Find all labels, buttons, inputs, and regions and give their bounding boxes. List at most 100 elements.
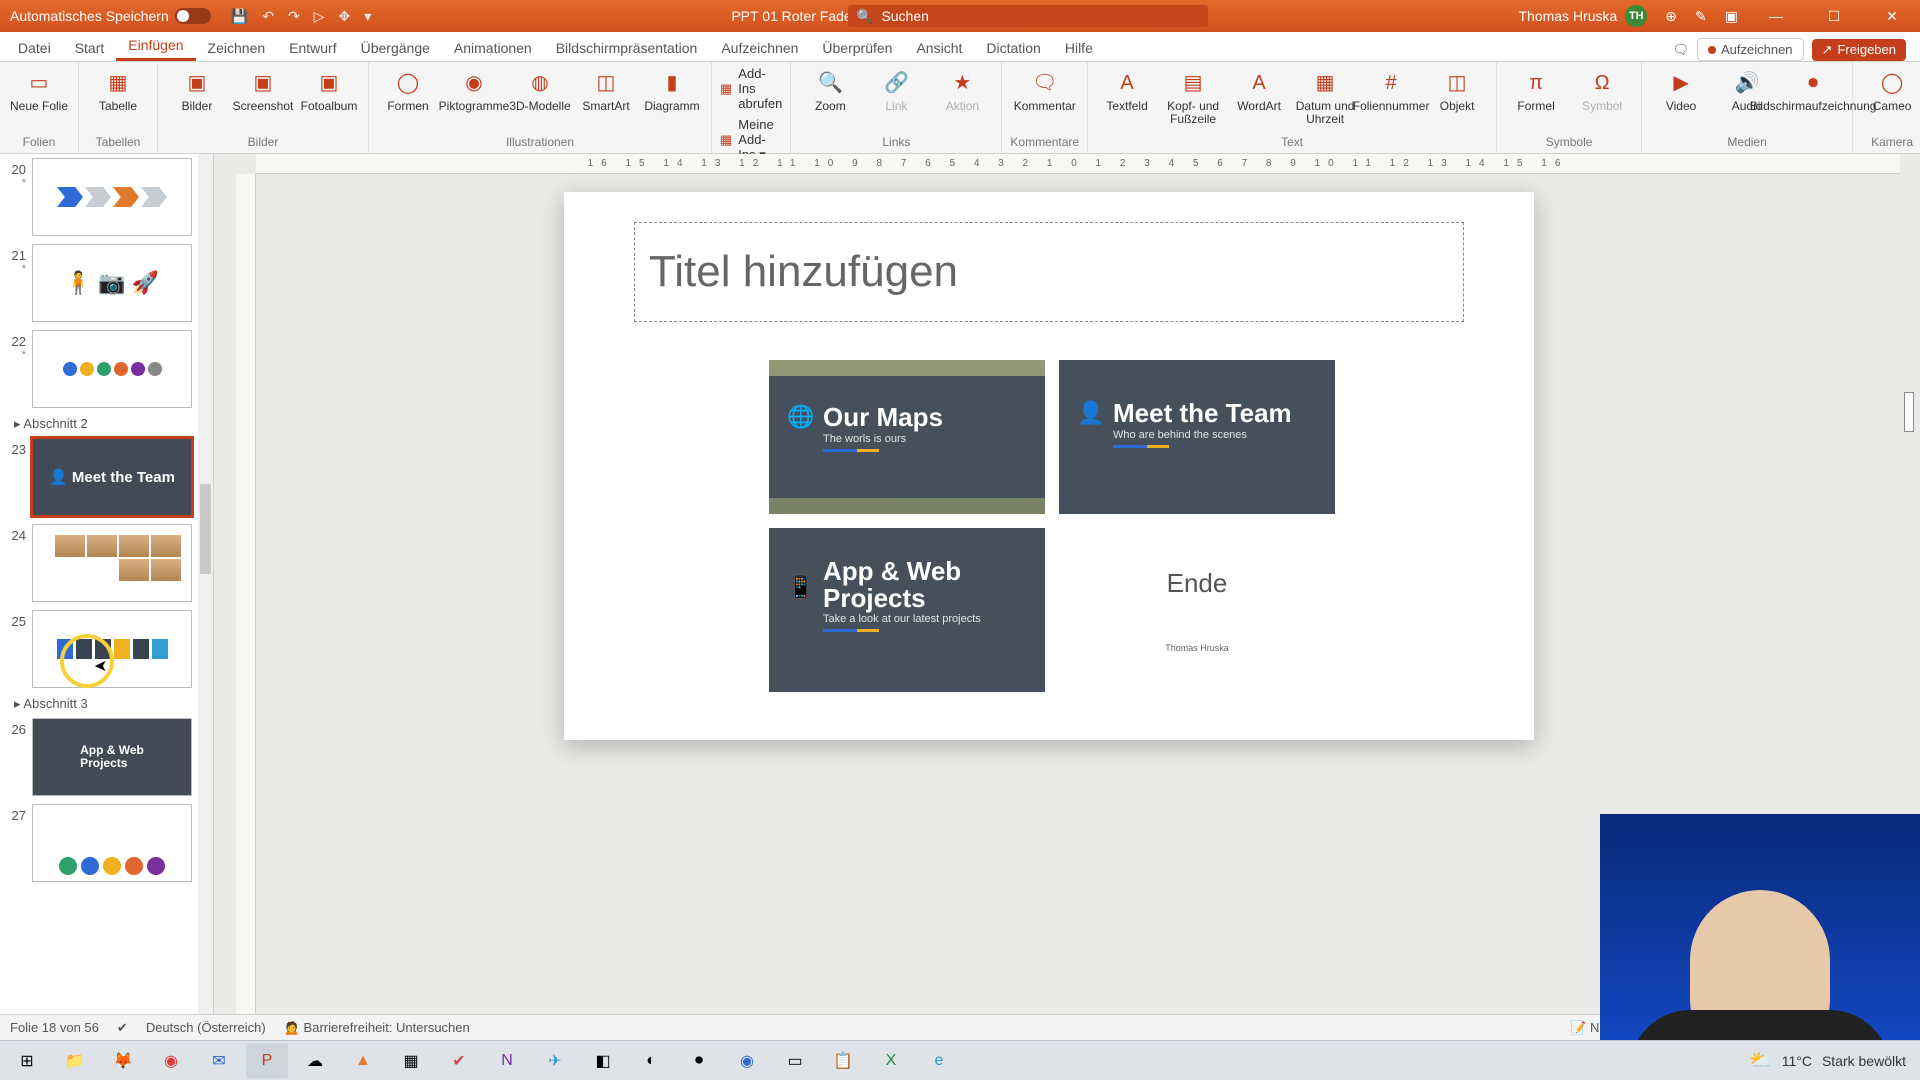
pen-icon[interactable]: ✎ <box>1695 8 1707 25</box>
present-from-start-icon[interactable]: ▷ <box>314 8 325 25</box>
tool-cameo[interactable]: ◯Cameo <box>1861 66 1920 133</box>
autosave-switch[interactable] <box>175 8 211 24</box>
tab-dictation[interactable]: Dictation <box>974 34 1052 61</box>
slide-thumbnail-20[interactable]: 20* <box>0 154 198 240</box>
tab-bildschirmpraesentation[interactable]: Bildschirmpräsentation <box>544 34 710 61</box>
scrollbar-handle[interactable] <box>200 484 211 574</box>
tool-tabelle[interactable]: ▦Tabelle <box>87 66 149 133</box>
taskbar-app-2[interactable]: ▦ <box>390 1044 432 1078</box>
taskbar-app-7[interactable]: ▭ <box>774 1044 816 1078</box>
search-box[interactable]: 🔍 Suchen <box>848 5 1208 27</box>
taskbar-app-8[interactable]: 📋 <box>822 1044 864 1078</box>
taskbar-telegram[interactable]: ✈ <box>534 1044 576 1078</box>
tool-piktogramme[interactable]: ◉Piktogramme <box>443 66 505 133</box>
taskbar-chrome[interactable]: ◉ <box>150 1044 192 1078</box>
undo-icon[interactable]: ↶ <box>262 8 274 25</box>
tool-bilder[interactable]: ▣Bilder <box>166 66 228 133</box>
slide-thumbnail-26[interactable]: 26App & WebProjects <box>0 714 198 800</box>
tool-fotoalbum[interactable]: ▣Fotoalbum <box>298 66 360 133</box>
tool-aktion[interactable]: ★Aktion <box>931 66 993 133</box>
share-button[interactable]: ↗Freigeben <box>1812 39 1906 61</box>
minimize-button[interactable]: — <box>1756 8 1796 24</box>
tab-hilfe[interactable]: Hilfe <box>1053 34 1105 61</box>
tab-animationen[interactable]: Animationen <box>442 34 544 61</box>
coming-soon-icon[interactable]: ⊕ <box>1665 8 1677 25</box>
tool-bildschirmaufzeichnung[interactable]: ⏺Bildschirmaufzeichnung <box>1782 66 1844 133</box>
title-placeholder[interactable]: Titel hinzufügen <box>634 222 1464 322</box>
tool-textfeld[interactable]: ATextfeld <box>1096 66 1158 133</box>
tool-symbol[interactable]: ΩSymbol <box>1571 66 1633 133</box>
zoom-tile-ende[interactable]: Ende Thomas Hruska <box>1059 528 1335 692</box>
tool-objekt[interactable]: ◫Objekt <box>1426 66 1488 133</box>
tool-formen[interactable]: ◯Formen <box>377 66 439 133</box>
tool-datum-und-uhrzeit[interactable]: ▦Datum und Uhrzeit <box>1294 66 1356 133</box>
redo-icon[interactable]: ↷ <box>288 8 300 25</box>
zoom-tile-our-maps[interactable]: 🌐 Our Maps The worls is ours <box>769 360 1045 514</box>
taskbar-app-3[interactable]: ◧ <box>582 1044 624 1078</box>
tool-link[interactable]: 🔗Link <box>865 66 927 133</box>
taskbar-onenote[interactable]: N <box>486 1044 528 1078</box>
save-icon[interactable]: 💾 <box>231 8 248 25</box>
tab-ansicht[interactable]: Ansicht <box>904 34 974 61</box>
slide-thumbnail-21[interactable]: 21*🧍 📷 🚀 <box>0 240 198 326</box>
taskbar-outlook[interactable]: ✉ <box>198 1044 240 1078</box>
taskbar-todoist[interactable]: ✔ <box>438 1044 480 1078</box>
taskbar-edge[interactable]: e <box>918 1044 960 1078</box>
tool-wordart[interactable]: AWordArt <box>1228 66 1290 133</box>
taskbar-app-1[interactable]: ☁ <box>294 1044 336 1078</box>
maximize-button[interactable]: ☐ <box>1814 8 1854 25</box>
zoom-tile-meet-team[interactable]: 👤 Meet the Team Who are behind the scene… <box>1059 360 1335 514</box>
record-button[interactable]: Aufzeichnen <box>1697 38 1804 61</box>
qat-more-icon[interactable]: ▾ <box>364 8 371 25</box>
slide-counter[interactable]: Folie 18 von 56 <box>10 1020 99 1035</box>
tab-zeichnen[interactable]: Zeichnen <box>196 34 278 61</box>
tab-aufzeichnen[interactable]: Aufzeichnen <box>709 34 810 61</box>
weather-icon[interactable]: ⛅ <box>1749 1050 1771 1071</box>
tool-kommentar[interactable]: 🗨Kommentar <box>1014 66 1076 133</box>
tool-3d-modelle[interactable]: ◍3D-Modelle <box>509 66 571 133</box>
tool-kopf-und-fu-zeile[interactable]: ▤Kopf- und Fußzeile <box>1162 66 1224 133</box>
window-layout-icon[interactable]: ▣ <box>1725 8 1738 25</box>
accessibility-indicator[interactable]: 🙍 Barrierefreiheit: Untersuchen <box>284 1020 470 1036</box>
tab-entwurf[interactable]: Entwurf <box>277 34 348 61</box>
taskbar-app-5[interactable]: ⏺ <box>678 1044 720 1078</box>
slide-thumbnail-23[interactable]: 23👤 Meet the Team <box>0 434 198 520</box>
comments-icon[interactable]: 🗨 <box>1672 42 1689 58</box>
tool-zoom[interactable]: 🔍Zoom <box>799 66 861 133</box>
section-abschnitt-3[interactable]: ▸ Abschnitt 3 <box>0 692 198 714</box>
tab-datei[interactable]: Datei <box>6 34 63 61</box>
section-abschnitt-2[interactable]: ▸ Abschnitt 2 <box>0 412 198 434</box>
slide-thumbnail-22[interactable]: 22* <box>0 326 198 412</box>
taskbar-explorer[interactable]: 📁 <box>54 1044 96 1078</box>
tab-start[interactable]: Start <box>63 34 117 61</box>
slide-thumbnail-27[interactable]: 27 <box>0 800 198 886</box>
spellcheck-icon[interactable]: ✔ <box>117 1020 128 1036</box>
tool-video[interactable]: ▶Video <box>1650 66 1712 133</box>
tool-neue-folie[interactable]: ▭Neue Folie <box>8 66 70 133</box>
touch-mode-icon[interactable]: ✥ <box>338 8 350 25</box>
selection-handle[interactable] <box>1904 392 1914 432</box>
tool-formel[interactable]: πFormel <box>1505 66 1567 133</box>
taskbar-app-4[interactable]: ◐ <box>630 1044 672 1078</box>
autosave-toggle[interactable]: Automatisches Speichern <box>0 8 221 24</box>
taskbar-excel[interactable]: X <box>870 1044 912 1078</box>
taskbar-app-6[interactable]: ◉ <box>726 1044 768 1078</box>
taskbar-firefox[interactable]: 🦊 <box>102 1044 144 1078</box>
tool-diagramm[interactable]: ▮Diagramm <box>641 66 703 133</box>
slide-thumbnail-25[interactable]: 25 <box>0 606 198 692</box>
tool-foliennummer[interactable]: #Foliennummer <box>1360 66 1422 133</box>
language-indicator[interactable]: Deutsch (Österreich) <box>146 1020 266 1035</box>
get-addins-button[interactable]: ▦ Add-Ins abrufen <box>720 66 782 111</box>
thumbnails-scrollbar[interactable] <box>198 154 213 1050</box>
zoom-tile-app-web[interactable]: 📱 App & Web Projects Take a look at our … <box>769 528 1045 692</box>
tool-smartart[interactable]: ◫SmartArt <box>575 66 637 133</box>
slide[interactable]: Titel hinzufügen 🌐 Our Maps The worls is… <box>564 192 1534 740</box>
tab-uebergaenge[interactable]: Übergänge <box>349 34 442 61</box>
tab-ueberpruefen[interactable]: Überprüfen <box>810 34 904 61</box>
close-button[interactable]: ✕ <box>1872 8 1912 25</box>
user-account[interactable]: Thomas Hruska TH <box>1518 5 1647 27</box>
tab-einfuegen[interactable]: Einfügen <box>116 31 195 61</box>
tool-screenshot[interactable]: ▣Screenshot <box>232 66 294 133</box>
taskbar-powerpoint[interactable]: P <box>246 1044 288 1078</box>
taskbar-vlc[interactable]: ▲ <box>342 1044 384 1078</box>
